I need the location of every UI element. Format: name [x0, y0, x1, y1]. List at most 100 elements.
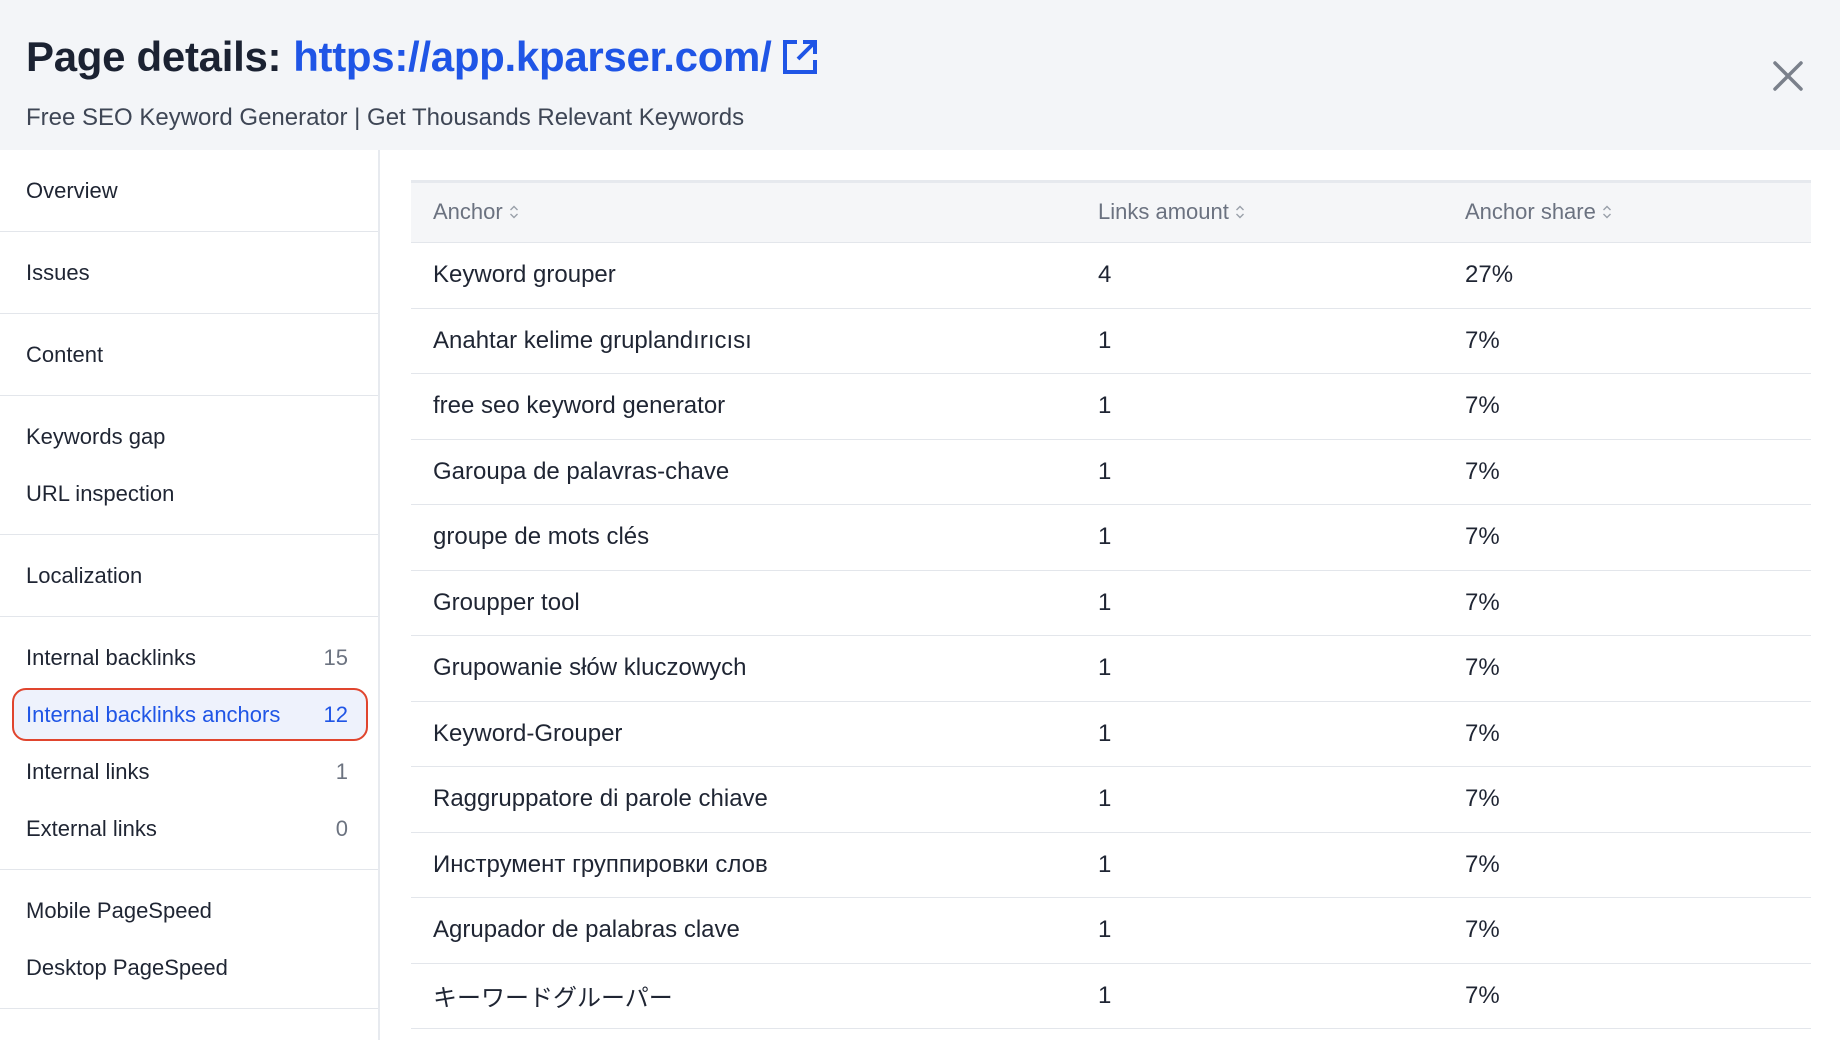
sidebar-group: Issues [0, 232, 378, 314]
anchor-cell: Agrupador de palabras clave [411, 897, 1076, 964]
anchor-share-cell: 7% [1443, 766, 1811, 833]
table-row: Groupper tool 1 7% [411, 570, 1811, 636]
table-row: Инструмент группировки слов 1 7% [411, 832, 1811, 898]
column-header-links-amount[interactable]: Links amount [1076, 181, 1443, 243]
links-amount-cell: 1 [1076, 308, 1443, 374]
table-row: Garoupa de palavras-chave 1 7% [411, 439, 1811, 505]
anchor-share-cell: 7% [1443, 373, 1811, 440]
column-header-anchor-share[interactable]: Anchor share [1443, 181, 1811, 243]
external-link-icon[interactable] [779, 36, 821, 78]
sidebar-group: Localization [0, 535, 378, 617]
anchor-cell: free seo keyword generator [411, 373, 1076, 440]
table-row: Raggruppatore di parole chiave 1 7% [411, 766, 1811, 833]
sidebar-item-label: Overview [26, 177, 118, 203]
page-title: Page details: [26, 33, 282, 80]
sidebar-item-external-links[interactable]: External links 0 [0, 800, 378, 857]
sidebar-group: Mobile PageSpeed Desktop PageSpeed [0, 870, 378, 1009]
sidebar-item-label: Issues [26, 259, 90, 285]
column-header-label: Anchor [433, 198, 503, 224]
anchor-share-cell: 7% [1443, 504, 1811, 571]
sidebar-group: Content [0, 314, 378, 396]
table-row: キーワードグルーパー 1 7% [411, 963, 1811, 1029]
links-amount-cell: 1 [1076, 832, 1443, 898]
sidebar-item-count: 12 [323, 701, 348, 727]
table-header-row: Anchor Links amount Anchor share [411, 181, 1811, 243]
anchor-share-cell: 7% [1443, 832, 1811, 898]
anchor-cell: Keyword-Grouper [411, 701, 1076, 767]
anchor-share-cell: 7% [1443, 701, 1811, 767]
links-amount-cell: 1 [1076, 701, 1443, 767]
table-row: Keyword-Grouper 1 7% [411, 701, 1811, 767]
anchor-share-cell: 27% [1443, 242, 1811, 309]
sidebar-item-label: Keywords gap [26, 423, 166, 449]
links-amount-cell: 1 [1076, 635, 1443, 702]
anchor-share-cell: 7% [1443, 635, 1811, 702]
anchor-cell: Grupowanie słów kluczowych [411, 635, 1076, 702]
links-amount-cell: 1 [1076, 897, 1443, 964]
sidebar-item-label: Internal backlinks [26, 644, 196, 670]
sort-icon[interactable] [1602, 200, 1612, 226]
sidebar-item-overview[interactable]: Overview [0, 162, 378, 219]
sidebar-item-count: 15 [323, 644, 348, 670]
sidebar-item-count: 0 [335, 815, 348, 841]
anchor-cell: Keyword grouper [411, 242, 1076, 309]
anchor-cell: groupe de mots clés [411, 504, 1076, 571]
links-amount-cell: 1 [1076, 963, 1443, 1029]
anchor-cell: Raggruppatore di parole chiave [411, 766, 1076, 833]
sidebar-group: Internal backlinks 15 Internal backlinks a… [0, 617, 378, 870]
sort-icon[interactable] [509, 200, 519, 226]
sort-icon[interactable] [1235, 200, 1245, 226]
sidebar-item-internal-backlinks-anchors[interactable]: Internal backlinks anchors 12 [0, 686, 378, 743]
page-url-link[interactable]: https://app.kparser.com/ [293, 33, 772, 81]
sidebar-item-label: External links [26, 815, 157, 841]
sidebar-nav: Overview Issues Content Keywords gap URL ins… [0, 150, 380, 1040]
anchor-share-cell: 7% [1443, 897, 1811, 964]
table-row: Grupowanie słów kluczowych 1 7% [411, 635, 1811, 702]
anchor-share-cell: 7% [1443, 308, 1811, 374]
sidebar-group: Overview [0, 150, 378, 232]
sidebar-item-issues[interactable]: Issues [0, 244, 378, 301]
anchor-cell: Groupper tool [411, 570, 1076, 636]
sidebar-item-label: URL inspection [26, 480, 175, 506]
anchors-table-container: Anchor Links amount Anchor share Keyword g… [411, 180, 1811, 1029]
sidebar-item-keywords-gap[interactable]: Keywords gap [0, 408, 378, 465]
sidebar-item-label: Mobile PageSpeed [26, 897, 212, 923]
sidebar-item-url-inspection[interactable]: URL inspection [0, 465, 378, 522]
column-header-label: Links amount [1098, 198, 1229, 224]
sidebar-item-label: Internal backlinks anchors [26, 701, 281, 727]
anchor-share-cell: 7% [1443, 570, 1811, 636]
table-row: free seo keyword generator 1 7% [411, 373, 1811, 440]
anchor-cell: キーワードグルーパー [411, 963, 1076, 1029]
anchor-cell: Anahtar kelime gruplandırıcısı [411, 308, 1076, 374]
anchor-share-cell: 7% [1443, 963, 1811, 1029]
sidebar-item-desktop-pagespeed[interactable]: Desktop PageSpeed [0, 939, 378, 996]
sidebar-item-internal-links[interactable]: Internal links 1 [0, 743, 378, 800]
sidebar-item-localization[interactable]: Localization [0, 547, 378, 604]
sidebar-item-internal-backlinks[interactable]: Internal backlinks 15 [0, 629, 378, 686]
sidebar-item-label: Content [26, 341, 104, 367]
close-icon [1773, 61, 1803, 91]
sidebar-item-label: Localization [26, 562, 143, 588]
anchor-cell: Инструмент группировки слов [411, 832, 1076, 898]
links-amount-cell: 1 [1076, 570, 1443, 636]
links-amount-cell: 1 [1076, 504, 1443, 571]
page-header: Page details: https://app.kparser.com/ F… [0, 0, 1840, 150]
close-button[interactable] [1770, 58, 1806, 94]
links-amount-cell: 4 [1076, 242, 1443, 309]
table-row: Agrupador de palabras clave 1 7% [411, 897, 1811, 964]
links-amount-cell: 1 [1076, 439, 1443, 505]
sidebar-item-content[interactable]: Content [0, 326, 378, 383]
sidebar-item-label: Internal links [26, 758, 150, 784]
anchor-share-cell: 7% [1443, 439, 1811, 505]
table-row: groupe de mots clés 1 7% [411, 504, 1811, 571]
links-amount-cell: 1 [1076, 766, 1443, 833]
sidebar-item-label: Desktop PageSpeed [26, 954, 228, 980]
anchors-table: Anchor Links amount Anchor share Keyword g… [411, 180, 1811, 1029]
sidebar-item-mobile-pagespeed[interactable]: Mobile PageSpeed [0, 882, 378, 939]
page-subtitle: Free SEO Keyword Generator | Get Thousan… [26, 104, 745, 131]
column-header-anchor[interactable]: Anchor [411, 181, 1076, 243]
table-row: Anahtar kelime gruplandırıcısı 1 7% [411, 308, 1811, 374]
sidebar-item-count: 1 [335, 758, 348, 784]
column-header-label: Anchor share [1465, 198, 1596, 224]
links-amount-cell: 1 [1076, 373, 1443, 440]
